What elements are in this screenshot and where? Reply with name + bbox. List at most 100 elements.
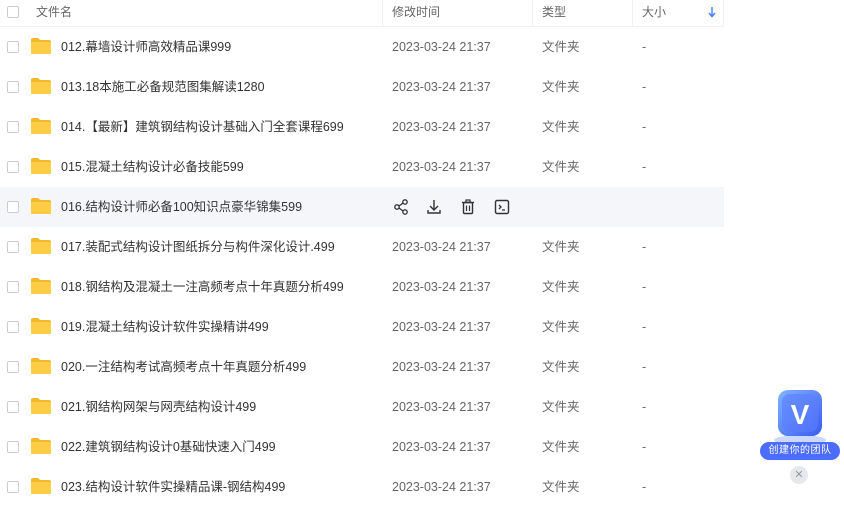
file-name[interactable]: 015.混凝土结构设计必备技能599 xyxy=(61,147,244,187)
folder-icon xyxy=(31,198,51,214)
row-checkbox[interactable] xyxy=(7,441,19,453)
file-type: 文件夹 xyxy=(542,120,580,134)
delete-icon[interactable] xyxy=(459,198,477,216)
modified-time: 2023-03-24 21:37 xyxy=(392,40,491,54)
table-row[interactable]: 015.混凝土结构设计必备技能599 2023-03-24 21:37 文件夹 … xyxy=(0,147,724,187)
folder-icon xyxy=(31,358,51,374)
file-name[interactable]: 018.钢结构及混凝土一注高频考点十年真题分析499 xyxy=(61,267,344,307)
folder-icon xyxy=(31,78,51,94)
file-type: 文件夹 xyxy=(542,240,580,254)
table-row[interactable]: 013.18本施工必备规范图集解读1280 2023-03-24 21:37 文… xyxy=(0,67,724,107)
modified-time: 2023-03-24 21:37 xyxy=(392,320,491,334)
table-row[interactable]: 017.装配式结构设计图纸拆分与构件深化设计.499 2023-03-24 21… xyxy=(0,227,724,267)
row-checkbox[interactable] xyxy=(7,41,19,53)
row-checkbox[interactable] xyxy=(7,281,19,293)
file-type: 文件夹 xyxy=(542,360,580,374)
modified-time: 2023-03-24 21:37 xyxy=(392,160,491,174)
table-row[interactable]: 019.混凝土结构设计软件实操精讲499 2023-03-24 21:37 文件… xyxy=(0,307,724,347)
modified-time: 2023-03-24 21:37 xyxy=(392,440,491,454)
file-type: 文件夹 xyxy=(542,160,580,174)
modified-time: 2023-03-24 21:37 xyxy=(392,480,491,494)
table-row[interactable]: 018.钢结构及混凝土一注高频考点十年真题分析499 2023-03-24 21… xyxy=(0,267,724,307)
file-name[interactable]: 019.混凝土结构设计软件实操精讲499 xyxy=(61,307,269,347)
row-checkbox[interactable] xyxy=(7,481,19,493)
table-header: 文件名 修改时间 类型 大小 xyxy=(0,0,724,27)
file-table: 文件名 修改时间 类型 大小 012.幕墙设计师高效精品课999 2023-03… xyxy=(0,0,724,507)
file-type: 文件夹 xyxy=(542,480,580,494)
modified-time: 2023-03-24 21:37 xyxy=(392,360,491,374)
row-checkbox[interactable] xyxy=(7,161,19,173)
row-checkbox[interactable] xyxy=(7,401,19,413)
modified-time: 2023-03-24 21:37 xyxy=(392,120,491,134)
file-size: - xyxy=(642,240,647,254)
file-name[interactable]: 021.钢结构网架与网壳结构设计499 xyxy=(61,387,256,427)
row-checkbox[interactable] xyxy=(7,121,19,133)
file-size: - xyxy=(642,440,647,454)
modified-time: 2023-03-24 21:37 xyxy=(392,280,491,294)
table-row[interactable]: 016.结构设计师必备100知识点豪华锦集599 xyxy=(0,187,724,227)
share-icon[interactable] xyxy=(392,198,410,216)
folder-icon xyxy=(31,398,51,414)
file-size: - xyxy=(642,120,647,134)
file-name[interactable]: 017.装配式结构设计图纸拆分与构件深化设计.499 xyxy=(61,227,335,267)
folder-icon xyxy=(31,118,51,134)
folder-icon xyxy=(31,158,51,174)
file-size: - xyxy=(642,400,647,414)
file-type: 文件夹 xyxy=(542,280,580,294)
column-header-name[interactable]: 文件名 xyxy=(0,0,383,26)
file-size: - xyxy=(642,320,647,334)
folder-icon xyxy=(31,238,51,254)
file-type: 文件夹 xyxy=(542,320,580,334)
row-checkbox[interactable] xyxy=(7,201,19,213)
modified-time: 2023-03-24 21:37 xyxy=(392,400,491,414)
column-header-size[interactable]: 大小 xyxy=(633,0,724,26)
table-row[interactable]: 022.建筑钢结构设计0基础快速入门499 2023-03-24 21:37 文… xyxy=(0,427,724,467)
column-header-type[interactable]: 类型 xyxy=(533,0,633,26)
column-header-modified[interactable]: 修改时间 xyxy=(383,0,533,26)
close-icon: ✕ xyxy=(794,469,804,481)
folder-icon xyxy=(31,438,51,454)
file-list: 012.幕墙设计师高效精品课999 2023-03-24 21:37 文件夹 -… xyxy=(0,27,724,507)
file-type: 文件夹 xyxy=(542,40,580,54)
table-row[interactable]: 021.钢结构网架与网壳结构设计499 2023-03-24 21:37 文件夹… xyxy=(0,387,724,427)
row-checkbox[interactable] xyxy=(7,321,19,333)
row-checkbox[interactable] xyxy=(7,81,19,93)
table-row[interactable]: 014.【最新】建筑钢结构设计基础入门全套课程699 2023-03-24 21… xyxy=(0,107,724,147)
create-team-promo[interactable]: V 创建你的团队 ✕ xyxy=(760,386,840,486)
file-size: - xyxy=(642,40,647,54)
folder-icon xyxy=(31,478,51,494)
table-row[interactable]: 012.幕墙设计师高效精品课999 2023-03-24 21:37 文件夹 - xyxy=(0,27,724,67)
folder-icon xyxy=(31,38,51,54)
open-terminal-icon[interactable] xyxy=(493,198,511,216)
promo-close-button[interactable]: ✕ xyxy=(790,466,808,484)
folder-icon xyxy=(31,318,51,334)
table-row[interactable]: 023.结构设计软件实操精品课-钢结构499 2023-03-24 21:37 … xyxy=(0,467,724,507)
sort-descending-icon[interactable] xyxy=(708,6,716,18)
column-header-modified-label: 修改时间 xyxy=(392,5,441,19)
file-size: - xyxy=(642,280,647,294)
file-name[interactable]: 014.【最新】建筑钢结构设计基础入门全套课程699 xyxy=(61,107,344,147)
file-size: - xyxy=(642,80,647,94)
file-name[interactable]: 016.结构设计师必备100知识点豪华锦集599 xyxy=(61,187,302,227)
table-row[interactable]: 020.一注结构考试高频考点十年真题分析499 2023-03-24 21:37… xyxy=(0,347,724,387)
file-size: - xyxy=(642,160,647,174)
row-checkbox[interactable] xyxy=(7,361,19,373)
row-checkbox[interactable] xyxy=(7,241,19,253)
modified-time: 2023-03-24 21:37 xyxy=(392,240,491,254)
file-name[interactable]: 012.幕墙设计师高效精品课999 xyxy=(61,27,231,67)
file-size: - xyxy=(642,360,647,374)
select-all-checkbox[interactable] xyxy=(7,6,19,18)
column-header-size-label: 大小 xyxy=(642,5,667,19)
file-type: 文件夹 xyxy=(542,80,580,94)
create-team-label[interactable]: 创建你的团队 xyxy=(760,442,840,460)
vip-logo-icon: V xyxy=(774,390,826,445)
download-icon[interactable] xyxy=(425,198,443,216)
file-name[interactable]: 022.建筑钢结构设计0基础快速入门499 xyxy=(61,427,276,467)
file-name[interactable]: 013.18本施工必备规范图集解读1280 xyxy=(61,67,265,107)
file-name[interactable]: 023.结构设计软件实操精品课-钢结构499 xyxy=(61,467,285,507)
column-header-type-label: 类型 xyxy=(542,5,567,19)
file-type: 文件夹 xyxy=(542,400,580,414)
vip-logo-letter: V xyxy=(791,399,810,430)
file-name[interactable]: 020.一注结构考试高频考点十年真题分析499 xyxy=(61,347,306,387)
modified-time: 2023-03-24 21:37 xyxy=(392,80,491,94)
